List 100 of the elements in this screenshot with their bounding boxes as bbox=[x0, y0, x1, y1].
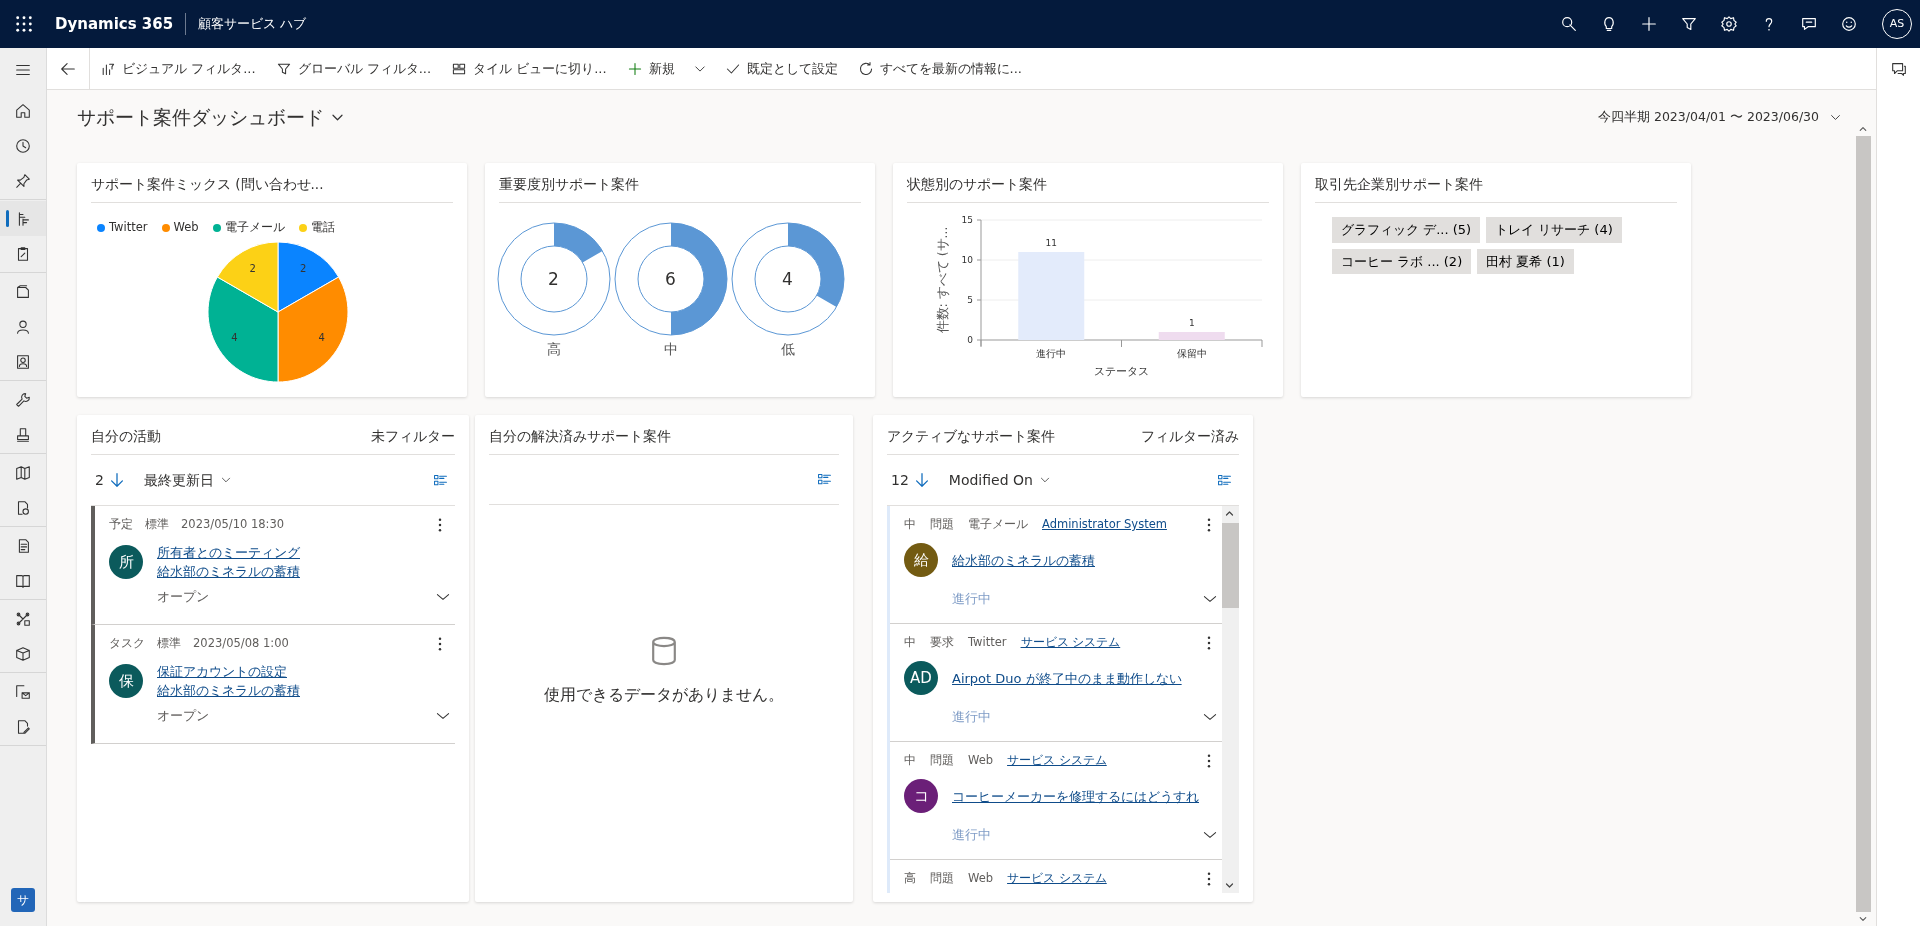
case-meta: 要求 bbox=[930, 634, 954, 651]
app-launcher-icon[interactable] bbox=[14, 15, 33, 33]
activity-status: オープン bbox=[157, 707, 209, 726]
activity-meta: 標準 bbox=[157, 635, 181, 652]
owner-link[interactable]: サービス システム bbox=[1020, 634, 1121, 652]
legend-label: 電話 bbox=[310, 218, 335, 236]
sort-field-button[interactable]: 最終更新日 bbox=[133, 469, 242, 491]
toolbar-button[interactable]: 既定として設定 bbox=[714, 47, 848, 90]
case-meta: 電子メール bbox=[968, 516, 1028, 533]
owner-link[interactable]: サービス システム bbox=[1007, 870, 1107, 888]
data-label: 2 bbox=[300, 263, 307, 275]
search-icon[interactable] bbox=[1560, 15, 1578, 33]
empty-state-message: 使用できるデータがありません。 bbox=[544, 684, 784, 706]
scrollbar-thumb[interactable] bbox=[1856, 136, 1871, 912]
settings-icon[interactable] bbox=[1720, 15, 1738, 33]
gauge-value: 4 bbox=[782, 268, 793, 291]
regarding-link[interactable]: 給水部のミネラルの蓄積 bbox=[157, 562, 300, 582]
activity-subject-link[interactable]: 保証アカウントの設定 bbox=[157, 662, 300, 682]
tick-label: 5 bbox=[967, 295, 973, 305]
folder-icon bbox=[14, 282, 32, 301]
activity-meta: 2023/05/08 1:00 bbox=[193, 635, 289, 652]
more-options-icon[interactable] bbox=[1206, 516, 1212, 533]
dashboard-selector[interactable]: サポート案件ダッシュボード bbox=[77, 103, 345, 132]
card-title: 状態別のサポート案件 bbox=[907, 175, 1047, 195]
legend-dot bbox=[298, 223, 307, 232]
gauge-label: 低 bbox=[780, 340, 795, 359]
account-tag[interactable]: トレイ リサーチ (4) bbox=[1486, 217, 1622, 243]
toolbar-button[interactable]: グローバル フィルタ... bbox=[265, 47, 442, 90]
case-meta: 中 bbox=[904, 752, 916, 769]
period-selector[interactable]: 今四半期 2023/04/01 〜 2023/06/30 bbox=[1598, 108, 1842, 127]
avatar: コ bbox=[904, 779, 938, 814]
regarding-link[interactable]: 給水部のミネラルの蓄積 bbox=[157, 681, 300, 701]
sort-field-button[interactable]: Modified On bbox=[938, 469, 1061, 491]
gauge-value: 6 bbox=[665, 268, 676, 291]
case-meta: 問題 bbox=[930, 516, 954, 533]
add-icon bbox=[626, 60, 643, 77]
owner-link[interactable]: サービス システム bbox=[1007, 752, 1107, 770]
refresh-icon bbox=[857, 60, 874, 77]
more-options-icon[interactable] bbox=[1206, 870, 1212, 887]
donut-gauge[interactable] bbox=[729, 221, 846, 337]
account-tag[interactable]: グラフィック デ... (5) bbox=[1332, 217, 1481, 243]
chat-icon[interactable] bbox=[1800, 15, 1818, 33]
card-title: 自分の解決済みサポート案件 bbox=[489, 427, 671, 447]
wrench-icon bbox=[14, 390, 32, 409]
tick-label: 0 bbox=[967, 335, 973, 345]
case-title-link[interactable]: 給水部のミネラルの蓄積 bbox=[952, 550, 1095, 570]
donut-gauge[interactable] bbox=[495, 221, 612, 337]
activity-subject-link[interactable]: 所有者とのミーティング bbox=[157, 543, 300, 563]
axis-title: 件数: すべて (サ... bbox=[935, 226, 950, 334]
toolbar-button[interactable]: 新規 bbox=[616, 47, 685, 90]
case-title-link[interactable]: Airpot Duo が終了中のまま動作しない bbox=[952, 668, 1182, 688]
category-label: 保留中 bbox=[1176, 348, 1207, 359]
case-title-link[interactable]: コーヒーメーカーを修理するにはどうすれ bbox=[952, 786, 1199, 806]
pie-slice[interactable] bbox=[216, 241, 279, 313]
app-name[interactable]: Dynamics 365 bbox=[55, 12, 174, 36]
card-title: 自分の活動 bbox=[91, 427, 161, 447]
card-title: 取引先企業別サポート案件 bbox=[1315, 175, 1483, 195]
toolbar-button[interactable]: すべてを最新の情報に... bbox=[847, 47, 1032, 90]
smiley-icon[interactable] bbox=[1840, 15, 1858, 33]
case-status: 進行中 bbox=[952, 708, 991, 727]
pie-slice[interactable] bbox=[277, 276, 349, 383]
pie-slice[interactable] bbox=[277, 241, 340, 313]
case-status: 進行中 bbox=[952, 590, 991, 609]
case-meta: Web bbox=[968, 752, 994, 769]
account-tag[interactable]: 田村 夏希 (1) bbox=[1477, 248, 1574, 274]
card-title: サポート案件ミックス (問い合わせ... bbox=[91, 175, 324, 195]
scrollbar-thumb[interactable] bbox=[1222, 523, 1239, 608]
more-options-icon[interactable] bbox=[437, 516, 443, 533]
data-label: 2 bbox=[249, 263, 256, 275]
legend-dot bbox=[97, 223, 105, 232]
area-switcher-button[interactable]: サ bbox=[11, 888, 35, 912]
add-icon[interactable] bbox=[1640, 15, 1658, 33]
filter-icon[interactable] bbox=[1680, 15, 1698, 33]
toolbar-button[interactable]: タイル ビューに切り... bbox=[441, 47, 617, 90]
case-meta: Web bbox=[968, 870, 994, 887]
activity-meta: 標準 bbox=[145, 516, 169, 533]
pie-slice[interactable] bbox=[207, 276, 279, 383]
avatar: 保 bbox=[109, 664, 143, 699]
tick-label: 10 bbox=[961, 255, 973, 265]
donut-gauge[interactable] bbox=[612, 221, 729, 337]
toolbar-button[interactable]: ビジュアル フィルタ... bbox=[90, 47, 266, 90]
case-meta: 問題 bbox=[930, 752, 954, 769]
owner-link[interactable]: Administrator System bbox=[1042, 516, 1167, 534]
contact-card-icon bbox=[14, 352, 32, 371]
more-options-icon[interactable] bbox=[1206, 634, 1212, 651]
mail-document-icon bbox=[14, 682, 32, 701]
more-options-icon[interactable] bbox=[437, 635, 443, 652]
legend-label: 電子メール bbox=[224, 218, 285, 236]
case-meta: Twitter bbox=[968, 634, 1007, 651]
more-options-icon[interactable] bbox=[1206, 752, 1212, 769]
activity-status: オープン bbox=[157, 588, 209, 607]
case-meta: 中 bbox=[904, 516, 916, 533]
clock-icon bbox=[14, 136, 32, 155]
area-name: 顧客サービス ハブ bbox=[198, 15, 307, 34]
box-icon bbox=[14, 644, 32, 663]
data-label: 1 bbox=[1188, 318, 1195, 328]
gauge-value: 2 bbox=[548, 268, 559, 291]
filter-status: フィルター済み bbox=[1141, 427, 1239, 447]
account-tag[interactable]: コーヒー ラボ ... (2) bbox=[1332, 248, 1472, 274]
pin-icon bbox=[14, 171, 32, 190]
